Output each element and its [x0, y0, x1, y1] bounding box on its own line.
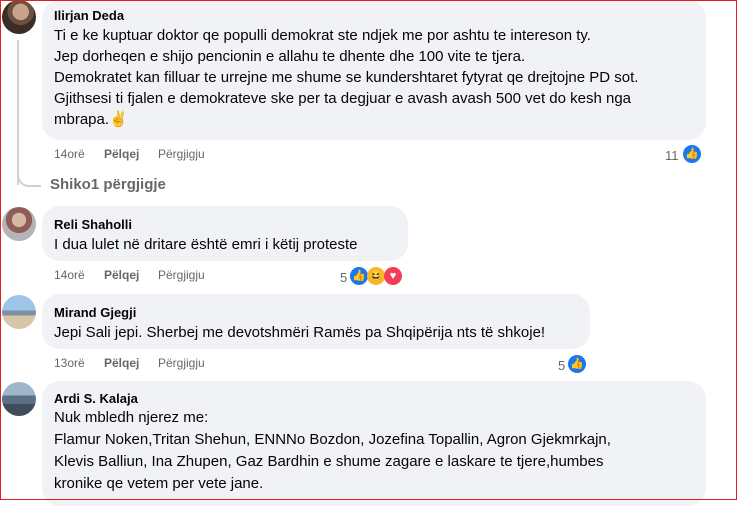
comment-line: mbrapa.✌	[54, 111, 128, 128]
avatar[interactable]	[2, 207, 36, 241]
thread-line	[17, 40, 19, 185]
comment-line: Jepi Sali jepi. Sherbej me devotshmëri R…	[54, 324, 546, 341]
reaction-count[interactable]: 5	[340, 270, 347, 285]
view-replies-link[interactable]: Shiko1 përgjigje	[50, 176, 166, 193]
comment-bubble: Ardi S. Kalaja Nuk mbledh njerez me: Fla…	[42, 381, 706, 506]
avatar[interactable]	[2, 0, 36, 34]
comment-author[interactable]: Ardi S. Kalaja	[54, 391, 138, 406]
reaction-count[interactable]: 5	[558, 358, 565, 373]
avatar[interactable]	[2, 295, 36, 329]
reply-link[interactable]: Përgjigju	[158, 356, 205, 370]
comment-line: Gjithsesi ti fjalen e demokrateve ske pe…	[54, 90, 632, 107]
comment-line: Nuk mbledh njerez me:	[54, 409, 209, 426]
avatar[interactable]	[2, 382, 36, 416]
comment-line: Flamur Noken,Tritan Shehun, ENNNo Bozdon…	[54, 431, 611, 448]
comment-author[interactable]: Mirand Gjegji	[54, 305, 136, 320]
like-link[interactable]: Pëlqej	[104, 147, 139, 161]
thumbs-up-icon[interactable]: 👍	[568, 355, 586, 373]
comment-line: I dua lulet në dritare është emri i këti…	[54, 236, 358, 253]
comment-author[interactable]: Ilirjan Deda	[54, 8, 124, 23]
comment-line: kronike qe vetem per vete jane.	[54, 475, 264, 492]
like-link[interactable]: Pëlqej	[104, 356, 139, 370]
thumbs-up-icon[interactable]: 👍	[683, 145, 701, 163]
comment-time[interactable]: 14orë	[54, 147, 85, 161]
reply-link[interactable]: Përgjigju	[158, 147, 205, 161]
comment-line: Jep dorheqen e shijo pencionin e allahu …	[54, 48, 526, 65]
like-link[interactable]: Pëlqej	[104, 268, 139, 282]
thread-connector	[17, 165, 41, 187]
laughing-face-icon[interactable]: 😆	[367, 267, 385, 285]
comment-time[interactable]: 13orë	[54, 356, 85, 370]
comment-bubble: Reli Shaholli I dua lulet në dritare ësh…	[42, 206, 408, 261]
reaction-count[interactable]: 11	[665, 148, 679, 163]
comment-line: Demokratet kan filluar te urrejne me shu…	[54, 69, 639, 86]
thumbs-up-icon[interactable]: 👍	[350, 267, 368, 285]
comment-time[interactable]: 14orë	[54, 268, 85, 282]
reply-link[interactable]: Përgjigju	[158, 268, 205, 282]
comment-bubble: Ilirjan Deda Ti e ke kuptuar doktor qe p…	[42, 0, 706, 140]
comment-line: Klevis Balliun, Ina Zhupen, Gaz Bardhin …	[54, 453, 604, 470]
heart-icon[interactable]: ♥	[384, 267, 402, 285]
comment-author[interactable]: Reli Shaholli	[54, 217, 132, 232]
comment-line: Ti e ke kuptuar doktor qe populli demokr…	[54, 27, 591, 44]
comment-bubble: Mirand Gjegji Jepi Sali jepi. Sherbej me…	[42, 294, 590, 349]
